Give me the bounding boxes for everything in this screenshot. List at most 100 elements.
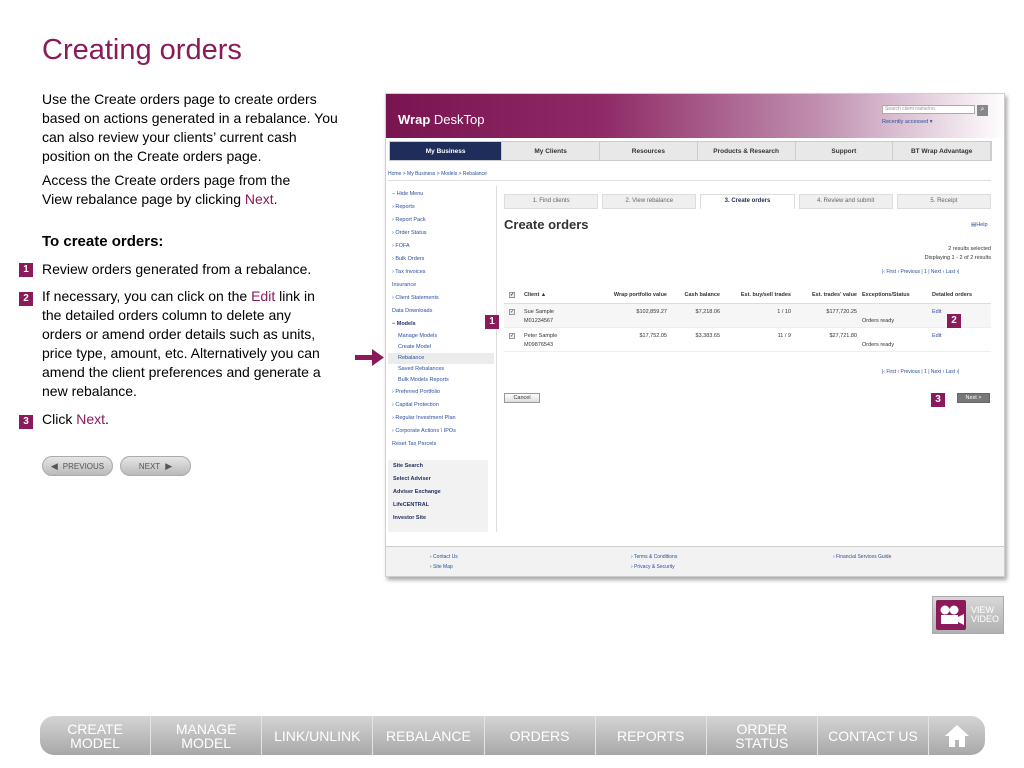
row-checkbox[interactable]: ✓ [509, 309, 515, 315]
bottom-nav-item[interactable]: REBALANCE [373, 716, 485, 755]
view-video-button[interactable]: VIEW VIDEO [932, 596, 1004, 634]
sidebar-item[interactable]: Rebalance [388, 353, 494, 364]
app-footer: › Contact Us › Site Map › Terms & Conditi… [386, 546, 1004, 576]
section-heading: Create orders [504, 217, 589, 232]
row-checkbox[interactable]: ✓ [509, 333, 515, 339]
client-search-input[interactable]: Search client name/no. [882, 105, 975, 114]
bottom-nav-item[interactable]: CREATE MODEL [40, 716, 152, 755]
col-trades: Est. buy/sell trades [740, 291, 791, 298]
footer-link[interactable]: › Financial Services Guide [833, 552, 891, 562]
pager-top[interactable]: |‹ First ‹ Previous | 1 | Next › Last ›| [882, 269, 959, 275]
client-cell: Peter Sample M09876543 [524, 328, 592, 351]
bottom-nav-label: REPORTS [617, 729, 684, 743]
footer-link[interactable]: › Site Map [430, 562, 458, 572]
search-icon[interactable]: ⌕ [977, 105, 988, 116]
trades-value: $177,720.25 [826, 309, 857, 315]
recently-accessed-link[interactable]: Recently accessed ▾ [882, 119, 932, 125]
sidebar-item[interactable]: Bulk Models Reports [388, 375, 494, 386]
label-line-1: ORDERS [509, 727, 570, 744]
callout-2: 2 [947, 314, 961, 328]
sidebox-link[interactable]: Investor Site [388, 512, 488, 525]
bottom-nav-item[interactable]: LINK/UNLINK [262, 716, 374, 755]
col-detailed: Detailed orders [932, 291, 973, 298]
sidebar-item[interactable]: Insurance [388, 279, 494, 292]
sidebar-item[interactable]: › Corporate Actions \ IPOs [388, 425, 494, 438]
sidebox-link[interactable]: Site Search [388, 460, 488, 473]
sidebar-item[interactable]: − Hide Menu [388, 188, 494, 201]
row-select-cell[interactable]: ✓ [504, 304, 524, 327]
sidebar-item[interactable]: › Client Statements [388, 292, 494, 305]
cash-balance: $3,383.65 [695, 333, 720, 339]
nav-item-products-research[interactable]: Products & Research [698, 142, 796, 160]
bottom-nav-label: ORDER STATUS [735, 722, 788, 750]
previous-button[interactable]: ◀ PREVIOUS [42, 456, 113, 476]
bottom-nav-item[interactable]: REPORTS [596, 716, 707, 755]
bottom-nav-label: CREATE MODEL [67, 722, 123, 750]
cancel-button[interactable]: Cancel [504, 393, 540, 403]
nav-item-my-clients[interactable]: My Clients [502, 142, 601, 160]
edit-link-text: Edit [251, 288, 276, 304]
sidebar-item[interactable]: › Reports [388, 201, 494, 214]
bottom-nav-item[interactable]: CONTACT US [818, 716, 929, 755]
breadcrumb[interactable]: Home > My Business > Models > Rebalance [388, 171, 487, 177]
footer-link[interactable]: › Privacy & Security [631, 562, 677, 572]
step-3-marker: 3 [19, 415, 33, 429]
arrow-right-icon: ▶ [165, 460, 173, 471]
client-name: Peter Sample [524, 333, 558, 339]
screenshot-next-button[interactable]: Next > [957, 393, 990, 403]
wizard-step[interactable]: 3. Create orders [700, 194, 795, 209]
next-link-text-2: Next [76, 411, 106, 427]
nav-item-my-business[interactable]: My Business [390, 142, 503, 160]
row-select-cell[interactable]: ✓ [504, 328, 524, 351]
footer-link[interactable]: › Contact Us [430, 552, 458, 562]
sidebar-item[interactable]: Data Downloads [388, 305, 494, 318]
status-cell: Orders ready [857, 328, 927, 351]
sidebar-item[interactable]: › Report Pack [388, 214, 494, 227]
subheading: To create orders: [42, 233, 164, 250]
wizard-step[interactable]: 2. View rebalance [602, 194, 697, 209]
sidebox-link[interactable]: Select Adviser [388, 473, 488, 486]
results-summary: 2 results selected Displaying 1 - 2 of 2… [916, 245, 991, 263]
video-camera-icon [936, 600, 966, 630]
sidebar-item[interactable]: › FOFA [388, 240, 494, 253]
sidebar-item[interactable]: › Bulk Orders [388, 253, 494, 266]
wizard-step[interactable]: 5. Receipt [896, 194, 992, 209]
sidebar-item[interactable]: › Regular Investment Plan [388, 412, 494, 425]
sidebar-item[interactable]: › Preferred Portfolio [388, 386, 494, 399]
wizard-step[interactable]: 4. Review and submit [798, 194, 893, 209]
sidebar-item[interactable]: Manage Models [388, 331, 494, 342]
col-client[interactable]: Client ▲ [524, 292, 592, 298]
sidebar-item[interactable]: › Capital Protection [388, 399, 494, 412]
sidebar-item[interactable]: › Order Status [388, 227, 494, 240]
page-title: Creating orders [42, 34, 242, 66]
wizard-step[interactable]: 1. Find clients [504, 194, 599, 209]
next-label: NEXT [138, 461, 161, 471]
buy-sell-trades: 11 / 9 [777, 333, 791, 339]
pager-bottom[interactable]: |‹ First ‹ Previous | 1 | Next › Last ›| [882, 369, 959, 375]
nav-item-support[interactable]: Support [796, 142, 894, 160]
arrow-left-icon: ◀ [50, 460, 58, 471]
select-all-checkbox[interactable]: ✓ [509, 291, 515, 298]
nav-item-bt-wrap-advantage[interactable]: BT Wrap Advantage [893, 142, 992, 160]
sidebox-link[interactable]: LifeCENTRAL [388, 499, 488, 512]
sidebar-item[interactable]: › Tax Invoices [388, 266, 494, 279]
label-line-1: REBALANCE [386, 727, 471, 744]
help-link[interactable]: ▤Help [971, 222, 988, 228]
sidebar-divider [496, 186, 497, 532]
sidebar-item[interactable]: Create Model [388, 342, 494, 353]
nav-item-resources[interactable]: Resources [600, 142, 698, 160]
sidebox-link[interactable]: Adviser Exchange [388, 486, 488, 499]
bottom-nav-item[interactable]: ORDERS [485, 716, 596, 755]
bottom-nav-item[interactable]: MANAGE MODEL [151, 716, 263, 755]
next-button[interactable]: NEXT ▶ [120, 456, 191, 476]
label-line-1: LINK/UNLINK [274, 727, 361, 744]
sidebar-item[interactable]: Saved Rebalances [388, 364, 494, 375]
edit-link[interactable]: Edit [927, 328, 991, 351]
sidebar-item[interactable]: − Models [388, 318, 494, 331]
sidebar-item[interactable]: Reset Tax Parcels [388, 438, 494, 451]
order-status: Orders ready [862, 318, 895, 324]
bottom-nav-item[interactable]: ORDER STATUS [707, 716, 818, 755]
footer-link[interactable]: › Terms & Conditions [631, 552, 677, 562]
home-button[interactable] [929, 716, 985, 755]
select-all-header[interactable]: ✓ [504, 291, 524, 298]
